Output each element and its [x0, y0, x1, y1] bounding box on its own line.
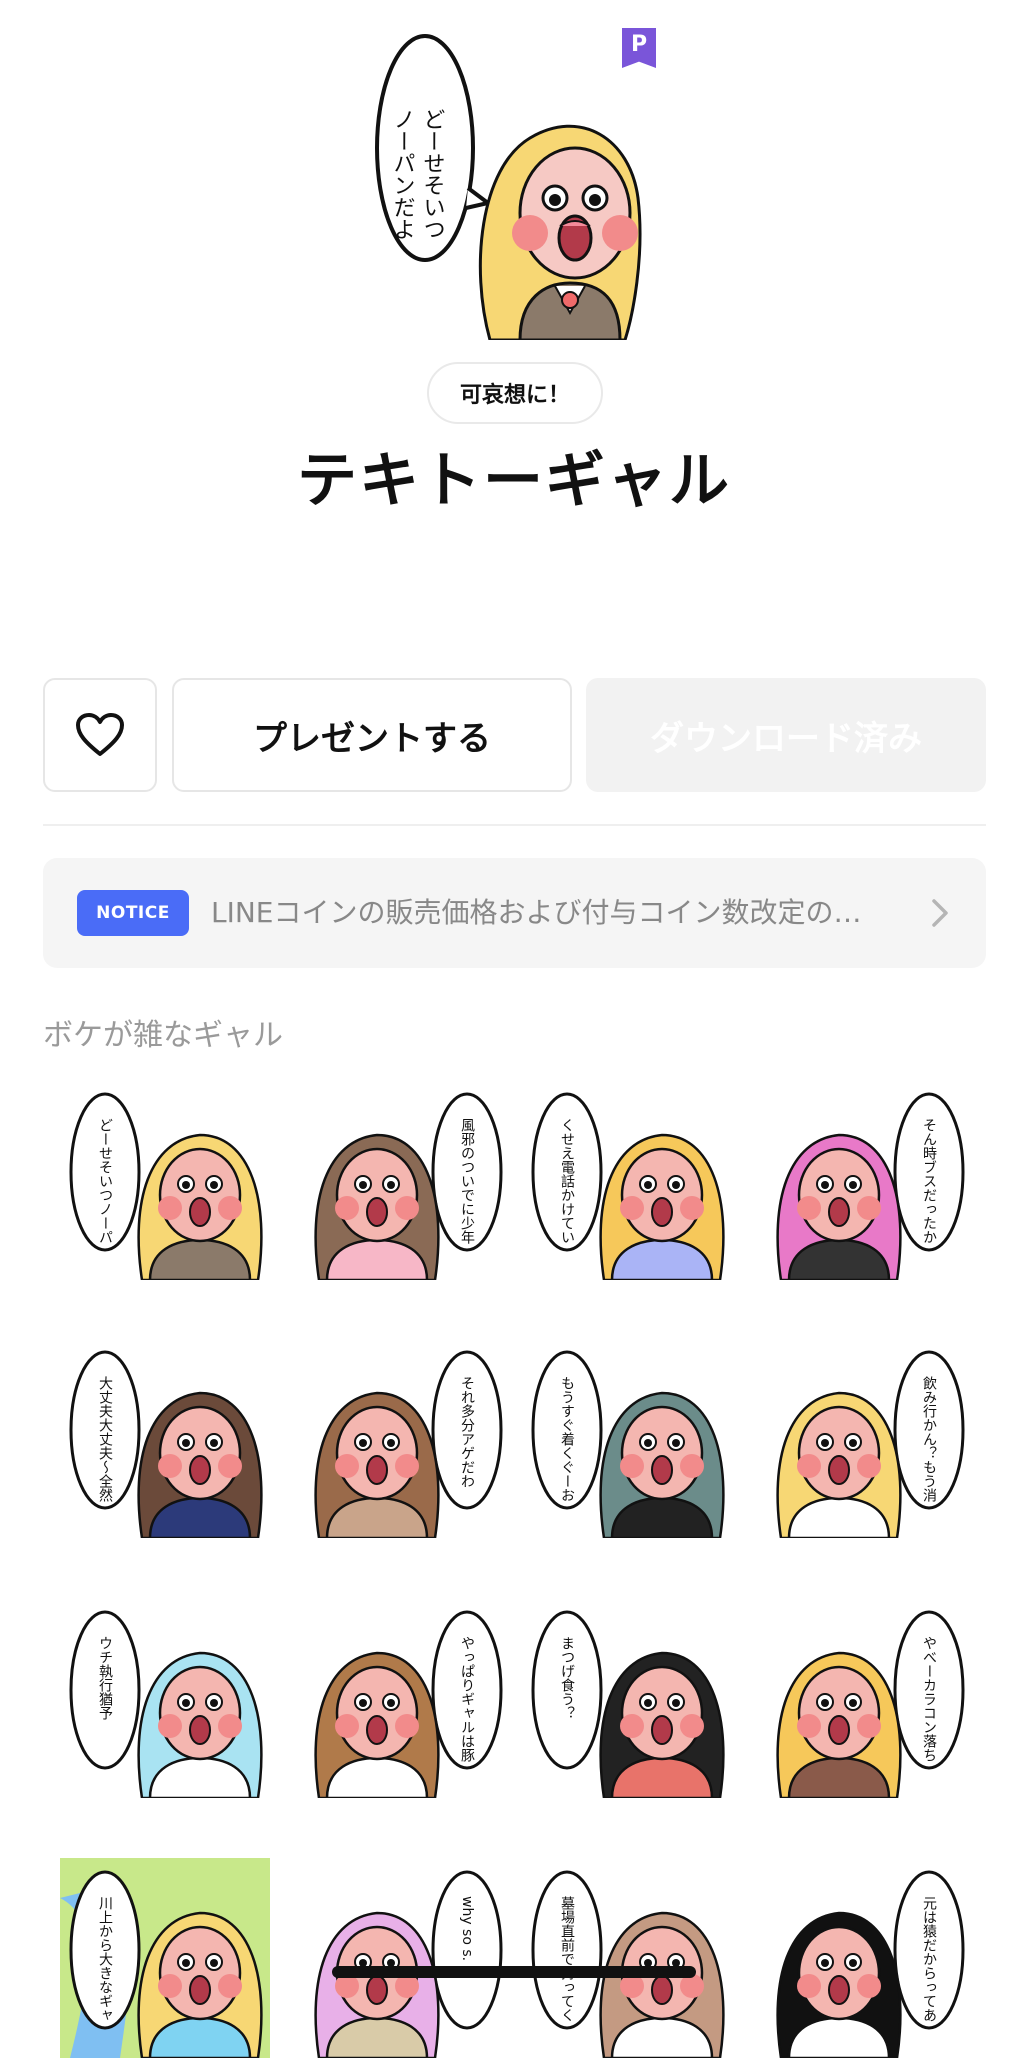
notice-banner[interactable]: NOTICE LINEコインの販売価格および付与コイン数改定の… [43, 858, 986, 968]
sticker-image: やべーカラコン落ち [776, 1610, 965, 1800]
sticker-bubble-text: 飲み行かん？もう消 [921, 1376, 937, 1503]
sticker-bubble-text: やっぱりギャルは豚 [459, 1636, 475, 1763]
notice-badge: NOTICE [77, 890, 189, 936]
sticker-bubble-text: 元は猿だからってあ [921, 1896, 937, 2022]
sticker-item[interactable]: やっぱりギャルは豚 [292, 1598, 512, 1800]
sticker-item[interactable]: それ多分アゲだわ [292, 1338, 512, 1540]
sticker-image: why so s. [314, 1870, 503, 2060]
heart-icon [76, 713, 124, 756]
sticker-item[interactable]: 大丈夫大丈夫〜全然 [60, 1338, 280, 1540]
sticker-image: 川上から大きなギャ [60, 1858, 270, 2060]
svg-text:どーせそいつ: どーせそいつ [420, 108, 445, 240]
svg-text:ノーパンだよ: ノーパンだよ [390, 108, 415, 240]
sticker-bubble-text: 風邪のついでに少年 [459, 1118, 475, 1244]
sticker-bubble-text: くせえ電話かけてい [559, 1118, 575, 1244]
sticker-image: もうすぐ着くぐーお [531, 1350, 725, 1540]
home-indicator [332, 1966, 696, 1978]
sticker-bubble-text: もうすぐ着くぐーお [559, 1376, 575, 1502]
sticker-item[interactable]: やべーカラコン落ち [754, 1598, 974, 1800]
sticker-image: くせえ電話かけてい [531, 1092, 725, 1282]
sticker-bubble-text: 墓場直前で持ってく [559, 1896, 575, 2022]
sticker-item[interactable]: もうすぐ着くぐーお [522, 1338, 742, 1540]
page-title: テキトーギャル [297, 446, 731, 516]
sticker-bubble-text: why so s. [459, 1896, 475, 1961]
sticker-image: まつげ食う？ [531, 1610, 725, 1800]
sticker-bubble-text: 川上から大きなギャ [97, 1896, 113, 2022]
section-title: ボケが雑なギャル [43, 1018, 283, 1053]
sticker-image: ウチ執行猶予 [69, 1610, 263, 1800]
sticker-bubble-text: まつげ食う？ [559, 1636, 575, 1720]
divider [43, 824, 986, 826]
sticker-tag[interactable]: 可哀想に！ [427, 362, 603, 424]
sticker-item[interactable]: どーせそいつノーパ [60, 1080, 280, 1282]
sticker-main-image: どーせそいつ ノーパンだよ [370, 28, 660, 342]
download-button[interactable]: ダウンロード済み [586, 678, 986, 792]
sticker-image: 墓場直前で持ってく [531, 1870, 725, 2060]
sticker-bubble-text: それ多分アゲだわ [459, 1376, 475, 1488]
sticker-item[interactable]: 墓場直前で持ってく [522, 1858, 742, 2060]
present-button[interactable]: プレゼントする [172, 678, 572, 792]
sticker-item[interactable]: 飲み行かん？もう消 [754, 1338, 974, 1540]
sticker-bubble-text: どーせそいつノーパ [97, 1118, 113, 1244]
sticker-image: そん時ブスだったか [776, 1092, 965, 1282]
sticker-item[interactable]: 川上から大きなギャ [60, 1858, 280, 2060]
sticker-bubble-text: そん時ブスだったか [921, 1118, 937, 1244]
sticker-item[interactable]: 風邪のついでに少年 [292, 1080, 512, 1282]
sticker-bubble-text: ウチ執行猶予 [97, 1636, 113, 1720]
sticker-image: 大丈夫大丈夫〜全然 [69, 1350, 263, 1540]
sticker-bubble-text: やべーカラコン落ち [921, 1636, 937, 1762]
sticker-item[interactable]: そん時ブスだったか [754, 1080, 974, 1282]
sticker-item[interactable]: 元は猿だからってあ [754, 1858, 974, 2060]
sticker-item[interactable]: why so s. [292, 1858, 512, 2060]
sticker-image: どーせそいつノーパ [69, 1092, 263, 1282]
sticker-item[interactable]: ウチ執行猶予 [60, 1598, 280, 1800]
sticker-image: やっぱりギャルは豚 [314, 1610, 503, 1800]
chevron-right-icon [932, 899, 948, 927]
notice-text: LINEコインの販売価格および付与コイン数改定の… [211, 896, 862, 929]
sticker-bubble-text: 大丈夫大丈夫〜全然 [97, 1376, 113, 1502]
sticker-image: それ多分アゲだわ [314, 1350, 503, 1540]
sticker-image: 風邪のついでに少年 [314, 1092, 503, 1282]
favorite-button[interactable] [43, 678, 157, 792]
sticker-item[interactable]: まつげ食う？ [522, 1598, 742, 1800]
sticker-item[interactable]: くせえ電話かけてい [522, 1080, 742, 1282]
sticker-image: 元は猿だからってあ [776, 1870, 965, 2060]
sticker-image: 飲み行かん？もう消 [776, 1350, 965, 1540]
